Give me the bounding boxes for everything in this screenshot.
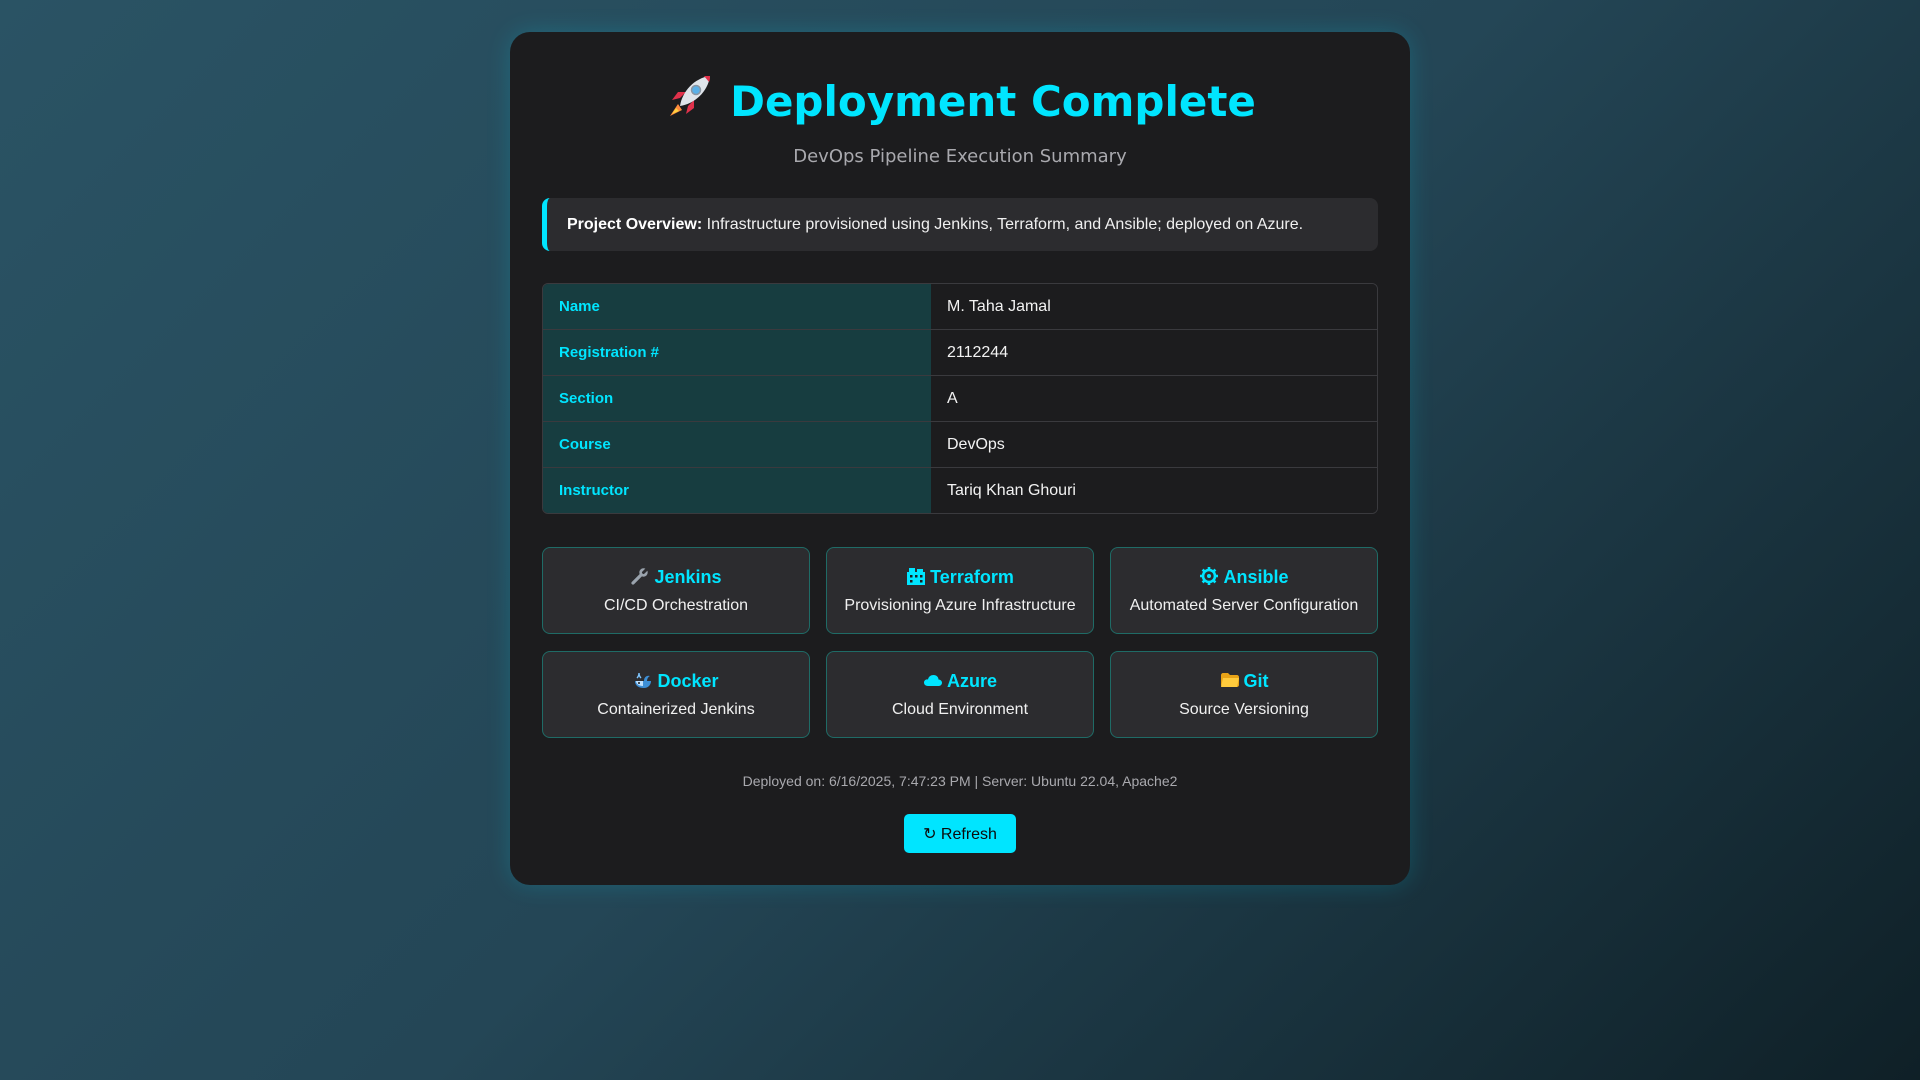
row-value: A bbox=[931, 376, 1377, 422]
folder-icon bbox=[1220, 673, 1239, 687]
table-row: Registration # 2112244 bbox=[543, 330, 1377, 376]
tool-desc: Automated Server Configuration bbox=[1129, 597, 1359, 614]
row-value: DevOps bbox=[931, 422, 1377, 468]
gear-icon bbox=[1200, 567, 1219, 585]
row-label: Instructor bbox=[543, 468, 931, 513]
cloud-icon bbox=[923, 675, 942, 686]
tool-card-jenkins: Jenkins CI/CD Orchestration bbox=[542, 547, 810, 634]
deployment-footer: Deployed on: 6/16/2025, 7:47:23 PM | Ser… bbox=[742, 773, 1178, 789]
tool-desc: Cloud Environment bbox=[891, 701, 1029, 718]
page-title-text: Deployment Complete bbox=[730, 77, 1256, 126]
tool-desc: Containerized Jenkins bbox=[597, 701, 755, 718]
tool-name: Git bbox=[1243, 671, 1269, 691]
row-value: M. Taha Jamal bbox=[931, 284, 1377, 330]
wrench-icon bbox=[631, 566, 650, 585]
project-overview: Project Overview: Infrastructure provisi… bbox=[542, 198, 1378, 251]
row-label: Name bbox=[543, 284, 931, 330]
tool-card-ansible: Ansible Automated Server Configuration bbox=[1110, 547, 1378, 634]
building-icon bbox=[907, 568, 926, 585]
rocket-icon bbox=[670, 76, 711, 116]
tool-desc: Source Versioning bbox=[1179, 701, 1309, 718]
tool-desc: CI/CD Orchestration bbox=[603, 597, 749, 614]
tool-desc: Provisioning Azure Infrastructure bbox=[844, 597, 1076, 614]
row-label: Registration # bbox=[543, 330, 931, 376]
tool-name: Azure bbox=[946, 671, 997, 691]
page-title: Deployment Complete bbox=[542, 70, 1378, 130]
tool-name: Terraform bbox=[930, 567, 1014, 587]
overview-text: Infrastructure provisioned using Jenkins… bbox=[702, 216, 1304, 233]
row-label: Course bbox=[543, 422, 931, 468]
deployment-card: Deployment Complete DevOps Pipeline Exec… bbox=[510, 32, 1410, 885]
refresh-button[interactable]: ↻ Refresh bbox=[904, 814, 1016, 853]
row-label: Section bbox=[543, 376, 931, 422]
table-row: Course DevOps bbox=[543, 422, 1377, 468]
row-value: Tariq Khan Ghouri bbox=[931, 468, 1377, 513]
table-row: Section A bbox=[543, 376, 1377, 422]
tool-name: Docker bbox=[657, 671, 719, 691]
page-subtitle: DevOps Pipeline Execution Summary bbox=[793, 146, 1127, 167]
tool-card-git: Git Source Versioning bbox=[1110, 651, 1378, 738]
table-row: Instructor Tariq Khan Ghouri bbox=[543, 468, 1377, 513]
table-row: Name M. Taha Jamal bbox=[543, 284, 1377, 330]
tool-name: Ansible bbox=[1223, 567, 1289, 587]
tool-name: Jenkins bbox=[654, 567, 722, 587]
tool-card-docker: Docker Containerized Jenkins bbox=[542, 651, 810, 738]
overview-label: Project Overview: bbox=[567, 216, 703, 233]
tools-grid: Jenkins CI/CD Orchestration Terraform Pr… bbox=[542, 547, 1378, 738]
tool-card-terraform: Terraform Provisioning Azure Infrastruct… bbox=[826, 547, 1094, 634]
row-value: 2112244 bbox=[931, 330, 1377, 376]
whale-icon bbox=[635, 672, 652, 688]
student-info-table: Name M. Taha Jamal Registration # 211224… bbox=[542, 283, 1378, 514]
tool-card-azure: Azure Cloud Environment bbox=[826, 651, 1094, 738]
